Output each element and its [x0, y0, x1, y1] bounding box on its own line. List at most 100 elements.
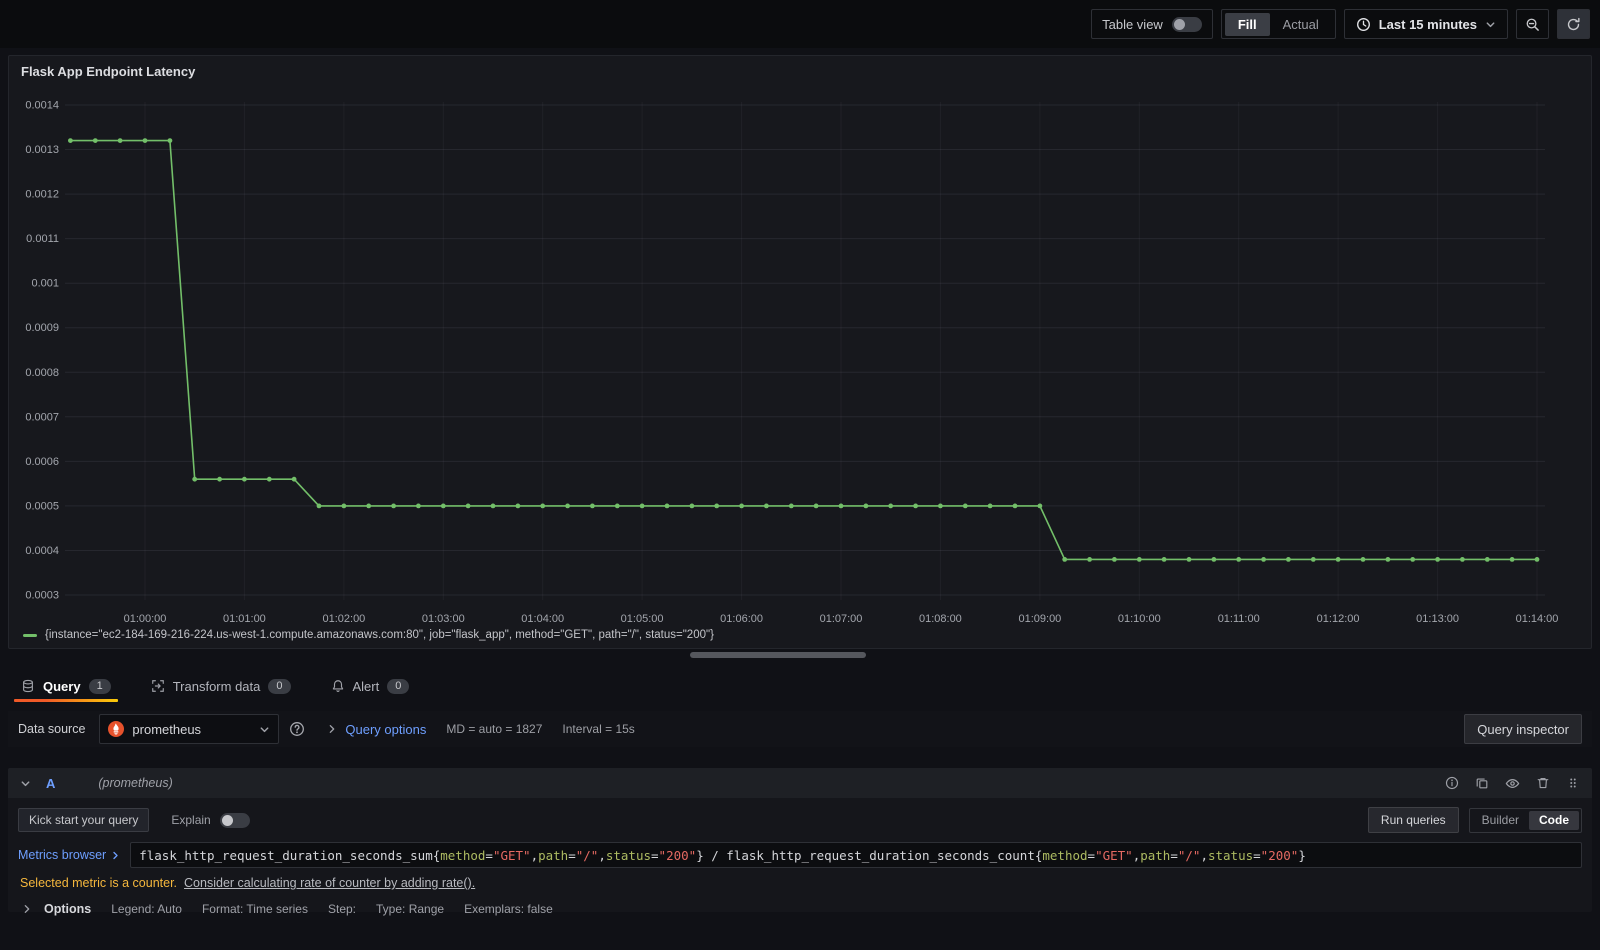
top-toolbar: Table view Fill Actual Last 15 minutes	[0, 0, 1600, 48]
svg-text:01:13:00: 01:13:00	[1416, 613, 1459, 625]
time-range-picker[interactable]: Last 15 minutes	[1343, 9, 1508, 39]
grafana-panel-edit-page: Table view Fill Actual Last 15 minutes F…	[0, 0, 1600, 950]
horizontal-scrollbar[interactable]	[690, 652, 866, 658]
toggle-knob	[1173, 18, 1185, 30]
svg-text:01:09:00: 01:09:00	[1018, 613, 1061, 625]
clock-icon	[1356, 17, 1371, 32]
angle-right-icon	[327, 724, 337, 734]
chevron-down-icon	[259, 724, 270, 735]
datasource-selected-value: prometheus	[132, 721, 202, 737]
fill-option[interactable]: Fill	[1224, 12, 1270, 36]
svg-text:01:08:00: 01:08:00	[919, 613, 962, 625]
tab-transform-badge: 0	[268, 678, 291, 694]
svg-text:01:14:00: 01:14:00	[1516, 613, 1559, 625]
svg-text:0.0004: 0.0004	[25, 545, 59, 557]
options-format: Format: Time series	[201, 902, 308, 916]
svg-text:0.0011: 0.0011	[26, 233, 59, 245]
svg-text:01:12:00: 01:12:00	[1317, 613, 1360, 625]
svg-text:01:11:00: 01:11:00	[1218, 613, 1260, 625]
explain-control: Explain	[171, 812, 250, 828]
options-type: Type: Range	[376, 902, 445, 916]
query-toolbar: Kick start your query Explain Run querie…	[18, 807, 1582, 833]
drag-handle-icon[interactable]	[1566, 776, 1580, 790]
refresh-button[interactable]	[1557, 9, 1590, 39]
actual-option[interactable]: Actual	[1270, 13, 1332, 36]
query-options-label: Query options	[345, 721, 427, 737]
svg-text:01:05:00: 01:05:00	[621, 613, 664, 625]
info-circle-icon[interactable]	[1445, 776, 1459, 790]
datasource-help-button[interactable]	[289, 721, 305, 737]
run-queries-button[interactable]: Run queries	[1367, 807, 1459, 833]
svg-text:01:01:00: 01:01:00	[223, 613, 266, 625]
query-datasource-hint: (prometheus)	[98, 776, 173, 790]
svg-text:01:00:00: 01:00:00	[124, 613, 167, 625]
svg-text:0.0003: 0.0003	[25, 590, 59, 602]
kick-start-query-button[interactable]: Kick start your query	[18, 808, 150, 832]
svg-text:0.0005: 0.0005	[25, 500, 59, 512]
toggle-knob	[221, 814, 233, 826]
question-circle-icon	[289, 721, 305, 737]
tab-transform-label: Transform data	[172, 678, 261, 694]
zoom-out-button[interactable]	[1516, 9, 1549, 39]
editor-tabs: Query 1 Transform data 0 Alert 0	[8, 670, 1592, 702]
duplicate-icon[interactable]	[1475, 776, 1489, 790]
explain-label: Explain	[171, 813, 211, 827]
svg-text:0.0007: 0.0007	[25, 411, 59, 423]
table-view-control: Table view	[1091, 9, 1213, 39]
query-row-actions	[1445, 776, 1580, 791]
max-data-points-value: MD = auto = 1827	[446, 722, 543, 736]
options-step: Step:	[327, 902, 357, 916]
trash-icon[interactable]	[1536, 776, 1550, 790]
tab-transform-data[interactable]: Transform data 0	[148, 670, 294, 702]
tab-alert-label: Alert	[352, 678, 380, 694]
builder-code-segmented: Builder Code	[1468, 807, 1582, 833]
datasource-select[interactable]: prometheus	[99, 714, 280, 744]
angle-right-icon	[22, 904, 32, 914]
fill-actual-segmented: Fill Actual	[1220, 9, 1336, 39]
query-input-row: Metrics browser flask_http_request_durat…	[18, 842, 1582, 868]
svg-text:01:04:00: 01:04:00	[521, 613, 564, 625]
svg-text:0.0006: 0.0006	[25, 456, 59, 468]
legend-series-swatch	[23, 633, 37, 637]
warning-rate-link[interactable]: Consider calculating rate of counter by …	[184, 876, 475, 890]
bell-icon	[331, 679, 345, 693]
latency-chart[interactable]: 0.0014 0.0013 0.0012 0.0011 0.001 0.0009 0.000…	[9, 56, 1591, 648]
metrics-browser-button[interactable]: Metrics browser	[18, 848, 120, 862]
svg-text:0.0013: 0.0013	[25, 144, 59, 156]
tab-query-label: Query	[43, 678, 81, 694]
legend-series-label: {instance="ec2-184-169-216-224.us-west-1…	[45, 629, 714, 641]
warning-text: Selected metric is a counter.	[20, 876, 178, 890]
datasource-bar: Data source prometheus Query options MD …	[8, 711, 1592, 747]
table-view-label: Table view	[1102, 16, 1163, 32]
metrics-browser-label: Metrics browser	[18, 848, 107, 862]
angle-right-icon	[111, 851, 120, 860]
prometheus-logo-icon	[108, 721, 125, 737]
svg-text:0.001: 0.001	[31, 278, 59, 290]
query-options-summary-row[interactable]: Options Legend: Auto Format: Time series…	[22, 902, 1582, 916]
query-options-toggle[interactable]: Query options	[327, 722, 426, 737]
query-ref-id[interactable]: A	[46, 776, 55, 791]
chart-legend[interactable]: {instance="ec2-184-169-216-224.us-west-1…	[23, 629, 714, 641]
options-legend: Legend: Auto	[111, 902, 182, 916]
tab-query[interactable]: Query 1	[14, 670, 118, 702]
table-view-toggle[interactable]	[1171, 16, 1202, 32]
query-inspector-button[interactable]: Query inspector	[1464, 714, 1582, 744]
refresh-icon	[1566, 17, 1581, 32]
builder-option[interactable]: Builder	[1472, 811, 1529, 830]
eye-icon[interactable]	[1505, 776, 1520, 791]
transform-icon	[151, 679, 165, 693]
chevron-down-icon[interactable]	[20, 778, 31, 789]
tab-alert-badge: 0	[387, 678, 410, 694]
database-icon	[21, 679, 35, 693]
promql-query-input[interactable]: flask_http_request_duration_seconds_sum{…	[130, 842, 1582, 868]
svg-text:01:07:00: 01:07:00	[820, 613, 863, 625]
interval-value: Interval = 15s	[562, 722, 635, 736]
query-row-header[interactable]: A (prometheus)	[8, 768, 1592, 798]
svg-text:0.0014: 0.0014	[25, 100, 59, 112]
code-option[interactable]: Code	[1529, 810, 1579, 830]
options-exemplars: Exemplars: false	[464, 902, 553, 916]
chevron-down-icon	[1485, 19, 1496, 30]
datasource-label: Data source	[18, 722, 86, 736]
tab-alert[interactable]: Alert 0	[328, 670, 413, 702]
explain-toggle[interactable]	[219, 812, 250, 828]
